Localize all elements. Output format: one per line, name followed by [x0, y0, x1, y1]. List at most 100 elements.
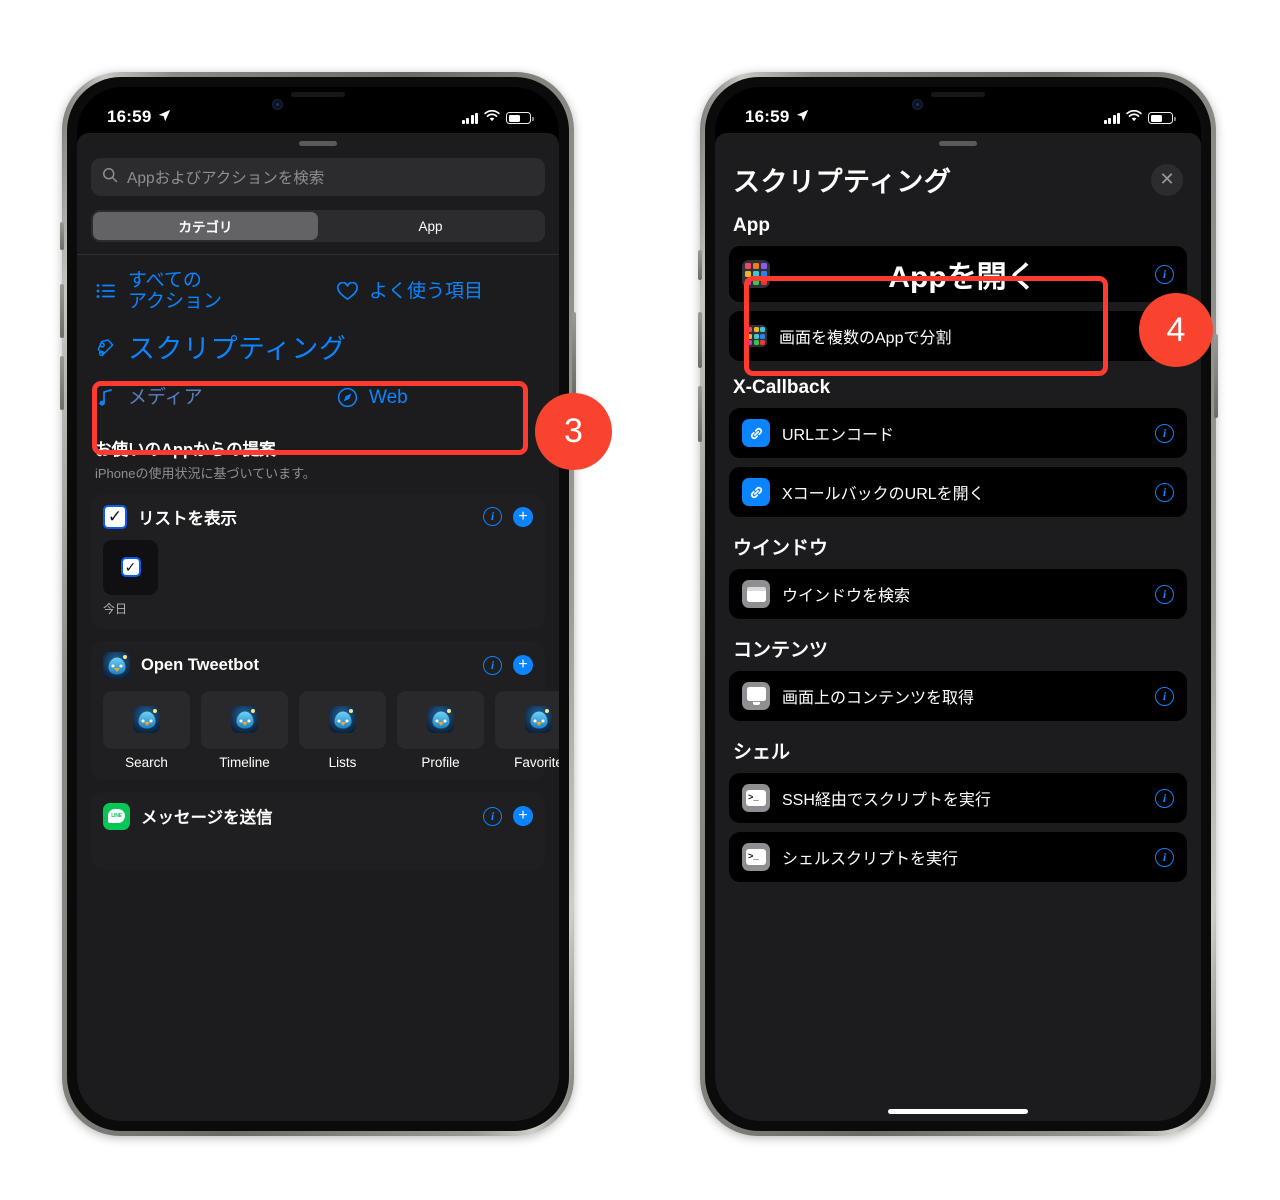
list-item[interactable]: Lists	[299, 690, 386, 770]
right-phone-screen: 16:59 スクリプティング ✕ App Appを開く i 画面を複数のAppで…	[715, 87, 1201, 1121]
tweetbot-app-icon	[525, 706, 552, 734]
action-row-run-shell-script[interactable]: >_ シェルスクリプトを実行 i	[729, 832, 1187, 882]
terminal-icon: >_	[742, 784, 770, 812]
sheet-header: スクリプティング ✕	[715, 146, 1201, 199]
plus-icon[interactable]: +	[513, 506, 533, 527]
segment-category[interactable]: カテゴリ	[93, 212, 318, 240]
info-icon[interactable]: i	[1155, 788, 1174, 808]
volume-down-button[interactable]	[698, 386, 702, 442]
sidebar-item-label: すべての アクション	[128, 270, 222, 313]
left-phone-bezel: 16:59 Appおよびアクションを検索 カテゴリ App すべての アクション…	[67, 77, 569, 1131]
left-phone-device: 16:59 Appおよびアクションを検索 カテゴリ App すべての アクション…	[60, 72, 576, 1136]
group-rows-shell: >_ SSH経由でスクリプトを実行 i >_ シェルスクリプトを実行 i	[715, 773, 1201, 882]
action-label: XコールバックのURLを開く	[782, 486, 985, 503]
tweetbot-shortcut-row: Search Timeline Lists Profile Favorite	[103, 690, 559, 770]
power-button[interactable]	[572, 312, 576, 394]
sidebar-item-web[interactable]: Web	[318, 376, 559, 420]
category-grid: すべての アクション よく使う項目 スクリプティング メディア Web	[77, 255, 559, 420]
suggestion-card-line[interactable]: LINE メッセージを送信 i +	[91, 791, 545, 870]
plus-icon[interactable]: +	[513, 655, 533, 676]
action-row-run-script-over-ssh[interactable]: >_ SSH経由でスクリプトを実行 i	[729, 773, 1187, 823]
tweetbot-tile[interactable]	[495, 690, 559, 749]
mute-switch[interactable]	[60, 222, 64, 250]
action-label: Appを開く	[888, 261, 1037, 294]
scope-segmented-control[interactable]: カテゴリ App	[91, 210, 545, 242]
group-rows-window: ウインドウを検索 i	[715, 569, 1201, 619]
category-row-2: スクリプティング	[77, 322, 559, 376]
monitor-icon	[742, 682, 770, 710]
card-title: リストを表示	[138, 509, 237, 528]
tweetbot-tile[interactable]	[397, 690, 484, 749]
info-icon[interactable]: i	[1155, 482, 1174, 502]
sidebar-item-scripting[interactable]: スクリプティング	[77, 322, 559, 376]
step-badge-4-label: 4	[1166, 310, 1186, 349]
tweetbot-tile[interactable]	[299, 690, 386, 749]
info-icon[interactable]: i	[483, 655, 502, 675]
info-icon[interactable]: i	[483, 806, 502, 826]
tweetbot-tile[interactable]	[201, 690, 288, 749]
home-indicator[interactable]	[888, 1109, 1028, 1114]
mute-switch[interactable]	[698, 250, 702, 280]
list-item[interactable]: Profile	[397, 690, 484, 770]
sidebar-item-favorites[interactable]: よく使う項目	[318, 261, 559, 322]
plus-icon[interactable]: +	[513, 806, 533, 827]
status-bar-right	[461, 109, 534, 127]
power-button[interactable]	[1214, 334, 1218, 418]
sheet-grabber[interactable]	[299, 141, 337, 146]
action-row-find-window[interactable]: ウインドウを検索 i	[729, 569, 1187, 619]
action-label: URLエンコード	[782, 427, 895, 444]
scripting-icon	[95, 335, 117, 362]
volume-up-button[interactable]	[698, 312, 702, 368]
group-rows-content: 画面上のコンテンツを取得 i	[715, 671, 1201, 721]
wifi-icon	[484, 109, 500, 127]
action-picker-sheet: Appおよびアクションを検索 カテゴリ App すべての アクション よく使う項…	[77, 133, 559, 1121]
list-item[interactable]: Favorite	[495, 690, 559, 770]
volume-up-button[interactable]	[60, 284, 64, 338]
sidebar-item-label: Web	[369, 387, 408, 409]
action-row-split-screen[interactable]: 画面を複数のAppで分割 i	[729, 311, 1187, 361]
sidebar-item-media[interactable]: メディア	[77, 376, 318, 420]
suggestion-card-tweetbot[interactable]: Open Tweetbot i + Search Timeline Lists …	[91, 640, 559, 780]
search-input[interactable]: Appおよびアクションを検索	[91, 158, 545, 196]
link-icon	[742, 419, 770, 447]
tweetbot-tile[interactable]	[103, 690, 190, 749]
app-grid-icon	[742, 260, 770, 288]
location-arrow-icon	[158, 107, 171, 127]
info-icon[interactable]: i	[1155, 584, 1174, 604]
action-row-url-encode[interactable]: URLエンコード i	[729, 408, 1187, 458]
list-item[interactable]: Timeline	[201, 690, 288, 770]
action-row-open-app[interactable]: Appを開く i	[729, 246, 1187, 302]
info-icon[interactable]: i	[1155, 423, 1174, 443]
cellular-signal-icon	[1103, 112, 1120, 124]
segment-app[interactable]: App	[318, 212, 543, 240]
reminder-preview-caption: 今日	[103, 601, 128, 616]
suggestion-card-reminders[interactable]: ✓ リストを表示 i + ✓ 今日	[91, 493, 545, 629]
tile-caption: Search	[125, 754, 168, 770]
close-icon[interactable]: ✕	[1151, 163, 1183, 196]
action-row-open-xcallback-url[interactable]: XコールバックのURLを開く i	[729, 467, 1187, 517]
tile-caption: Timeline	[219, 754, 270, 770]
step-badge-3-label: 3	[564, 412, 583, 450]
all-actions-line2: アクション	[128, 291, 223, 313]
cellular-signal-icon	[461, 112, 478, 124]
info-icon[interactable]: i	[483, 507, 502, 527]
tile-caption: Lists	[328, 754, 357, 770]
category-row-3: メディア Web	[77, 376, 559, 420]
scripting-category-sheet: スクリプティング ✕ App Appを開く i 画面を複数のAppで分割 X-C…	[715, 133, 1201, 1121]
window-icon	[742, 580, 770, 608]
info-icon[interactable]: i	[1155, 264, 1174, 284]
tweetbot-app-icon	[231, 706, 258, 734]
list-item[interactable]: Search	[103, 690, 190, 770]
sidebar-item-all-actions[interactable]: すべての アクション	[77, 261, 318, 322]
action-label: SSH経由でスクリプトを実行	[782, 792, 991, 809]
group-title-app: App	[733, 215, 770, 236]
info-icon[interactable]: i	[1155, 686, 1174, 706]
earpiece-speaker	[291, 92, 345, 97]
sidebar-item-label: メディア	[128, 387, 203, 409]
suggestions-subtitle: iPhoneの使用状況に基づいています。	[95, 465, 316, 481]
info-icon[interactable]: i	[1155, 847, 1174, 867]
action-row-get-onscreen-content[interactable]: 画面上のコンテンツを取得 i	[729, 671, 1187, 721]
tweetbot-app-icon	[329, 706, 356, 734]
volume-down-button[interactable]	[60, 356, 64, 410]
group-title-shell: シェル	[733, 742, 791, 763]
